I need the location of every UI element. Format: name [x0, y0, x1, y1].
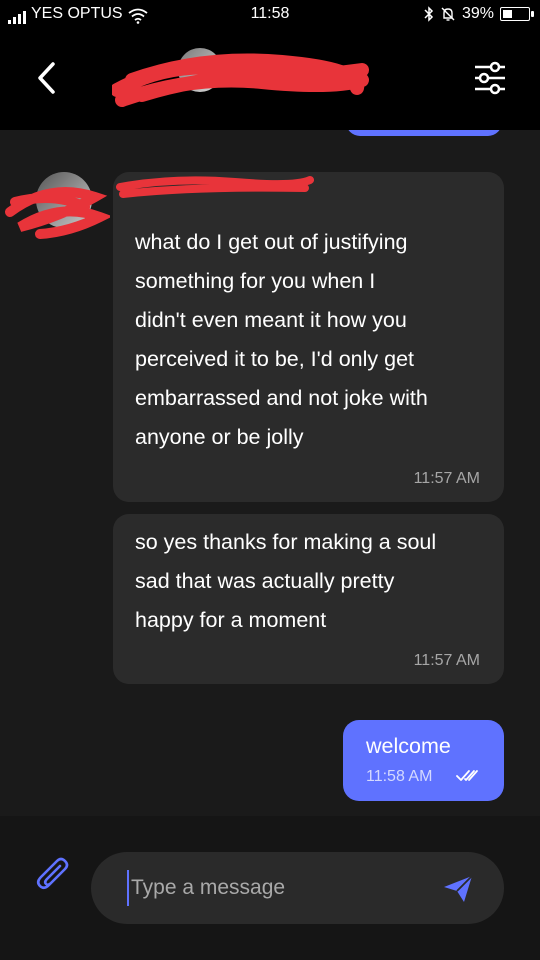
message-text: welcome: [366, 734, 451, 758]
battery-icon: [500, 7, 534, 21]
incoming-message[interactable]: what do I get out of justifying somethin…: [113, 172, 504, 502]
redacted-avatar: [5, 187, 110, 239]
incoming-message[interactable]: so yes thanks for making a soul sad that…: [113, 514, 504, 684]
message-time: 11:57 AM: [413, 652, 480, 669]
message-input-container[interactable]: [91, 852, 504, 924]
message-line: embarrassed and not joke with: [135, 386, 428, 410]
attach-button[interactable]: [34, 856, 74, 896]
message-line: what do I get out of justifying: [135, 230, 408, 254]
sliders-icon: [475, 61, 505, 95]
previous-outgoing-bubble[interactable]: [346, 130, 502, 136]
settings-button[interactable]: [472, 58, 508, 98]
battery-percent: 39%: [461, 5, 494, 22]
message-line: sad that was actually pretty: [135, 569, 395, 593]
message-input[interactable]: [127, 870, 427, 906]
bluetooth-icon: [424, 6, 434, 22]
message-line: anyone or be jolly: [135, 425, 304, 449]
send-button[interactable]: [442, 874, 474, 904]
message-line: so yes thanks for making a soul: [135, 530, 437, 554]
status-right: 39%: [424, 4, 534, 24]
redacted-contact-name: [112, 53, 369, 107]
message-line: didn't even meant it how you: [135, 308, 407, 332]
message-time: 11:57 AM: [413, 470, 480, 487]
battery-fill: [503, 10, 513, 18]
message-list[interactable]: what do I get out of justifying somethin…: [0, 130, 540, 816]
message-text: so yes thanks for making a soul sad that…: [135, 523, 480, 640]
composer: [0, 816, 540, 960]
double-check-icon: [456, 770, 478, 781]
back-button[interactable]: [28, 56, 64, 100]
outgoing-message[interactable]: welcome 11:58 AM: [343, 720, 504, 801]
mute-bell-icon: [441, 7, 455, 21]
paperclip-icon: [36, 857, 69, 890]
message-time: 11:58 AM: [366, 768, 433, 785]
message-line: perceived it to be, I'd only get: [135, 347, 414, 371]
message-line: something for you when I: [135, 269, 376, 293]
message-line: happy for a moment: [135, 608, 327, 632]
send-icon: [444, 875, 473, 902]
status-bar: YES OPTUS 11:58 39%: [0, 0, 540, 28]
chat-header: [0, 28, 540, 130]
message-text: what do I get out of justifying somethin…: [135, 223, 480, 457]
redacted-sender-name: [116, 176, 314, 198]
chevron-left-icon: [38, 62, 55, 94]
